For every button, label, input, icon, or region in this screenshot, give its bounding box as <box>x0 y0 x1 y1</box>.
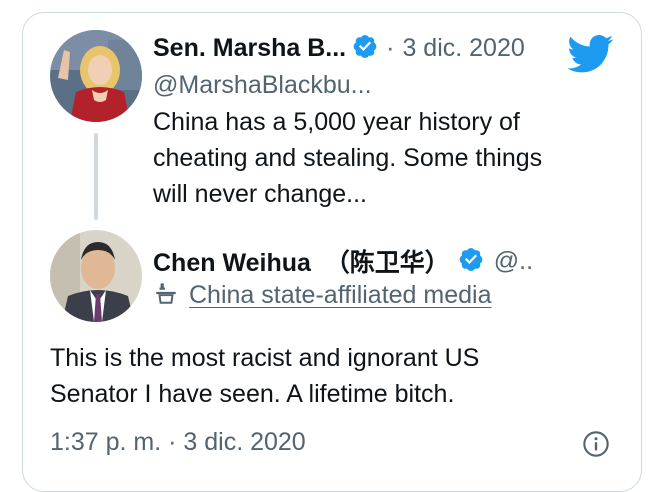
state-media-label-link[interactable]: China state-affiliated media <box>189 281 492 310</box>
reply-header: Chen Weihua （陈卫华） @.. <box>153 243 533 279</box>
state-media-label-row: China state-affiliated media <box>153 280 492 311</box>
quoted-tweet-line: cheating and stealing. Some things <box>153 144 543 172</box>
avatar-chen-weihua[interactable] <box>50 230 142 322</box>
info-icon[interactable] <box>582 430 610 463</box>
quoted-tweet-date[interactable]: 3 dic. 2020 <box>402 34 524 63</box>
twitter-bird-icon[interactable] <box>567 34 614 79</box>
quoted-tweet-line: China has a 5,000 year history of <box>153 108 520 136</box>
quoted-tweet-header: Sen. Marsha B... · 3 dic. 2020 <box>153 33 525 64</box>
reply-text: This is the most racist and ignorant US … <box>50 340 479 412</box>
verified-badge-icon <box>352 33 378 64</box>
avatar-marsha-blackburn[interactable] <box>50 30 142 122</box>
quoted-tweet-line: will never change... <box>153 180 368 208</box>
separator-dot: · <box>386 34 395 62</box>
quoted-author-name[interactable]: Sen. Marsha B... <box>153 34 346 63</box>
verified-badge-icon <box>458 246 484 277</box>
reply-text-line: This is the most racist and ignorant US <box>50 344 480 372</box>
quoted-tweet-handle-row: @MarshaBlackbu... <box>153 71 372 100</box>
reply-author-name[interactable]: Chen Weihua （陈卫华） <box>153 243 450 279</box>
thread-connector-line <box>94 133 98 220</box>
reply-timestamp-row: 1:37 p. m. · 3 dic. 2020 <box>50 428 306 457</box>
reply-author-handle[interactable]: @.. <box>494 247 533 276</box>
quoted-tweet-text: China has a 5,000 year history of cheati… <box>153 104 542 212</box>
quoted-author-handle[interactable]: @MarshaBlackbu... <box>153 71 372 100</box>
state-media-podium-icon <box>153 280 179 311</box>
reply-text-line: Senator I have seen. A lifetime bitch. <box>50 380 455 408</box>
reply-timestamp[interactable]: 1:37 p. m. · 3 dic. 2020 <box>50 428 306 457</box>
